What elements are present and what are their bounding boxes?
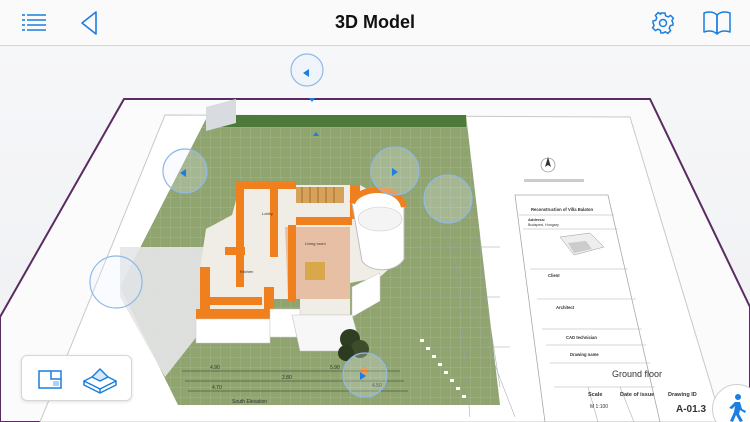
room-label-living: Living room [305, 241, 326, 246]
walk-person-icon [729, 394, 746, 422]
scale-label: Scale [588, 392, 602, 398]
svg-text:4.70: 4.70 [212, 385, 222, 391]
control-ring-left[interactable] [89, 255, 143, 309]
svg-text:2.80: 2.80 [282, 375, 292, 381]
page-title: 3D Model [334, 12, 415, 32]
project-name: Reconstruction of Villa Balaton [531, 207, 593, 212]
book-icon [703, 11, 731, 35]
svg-text:5.90: 5.90 [330, 365, 340, 371]
drawing-name-label: Drawing name [570, 352, 599, 357]
settings-button[interactable] [648, 8, 682, 38]
control-ring-top[interactable] [290, 53, 324, 87]
top-bar: 3D Model [0, 0, 750, 46]
drawing-id-value: A-01.3 [676, 404, 706, 415]
book-button[interactable] [700, 8, 734, 38]
3d-view-button[interactable] [80, 363, 120, 395]
drawing-id-label: Drawing ID [668, 392, 697, 398]
client-label: Client [548, 273, 560, 278]
address-label: Address: [528, 217, 545, 222]
scale-value: M 1:100 [590, 404, 608, 410]
svg-text:4.90: 4.90 [210, 365, 220, 371]
view-mode-panel [21, 355, 132, 401]
room-label-kitchen: Kitchen [240, 269, 253, 274]
stairs [296, 187, 344, 203]
room-label-lobby: Lobby [262, 211, 273, 216]
architect-label: Architect [556, 305, 575, 310]
dining-table [305, 262, 325, 280]
plan-view-button[interactable] [34, 363, 74, 395]
drawing-name-value: Ground floor [612, 369, 662, 379]
cad-technician-label: CAD technician [566, 335, 597, 340]
floor-plan-view-icon [38, 370, 62, 389]
address-value: Budapest, Hungary [528, 223, 559, 227]
control-ring-right[interactable] [423, 174, 473, 224]
south-elevation-label: South Elevation [232, 399, 267, 405]
date-of-issue-label: Date of issue [620, 392, 654, 398]
control-ring-bottom[interactable] [342, 352, 388, 398]
3d-model-view-icon [83, 368, 117, 394]
back-fence [210, 115, 466, 127]
gear-icon [651, 11, 675, 35]
